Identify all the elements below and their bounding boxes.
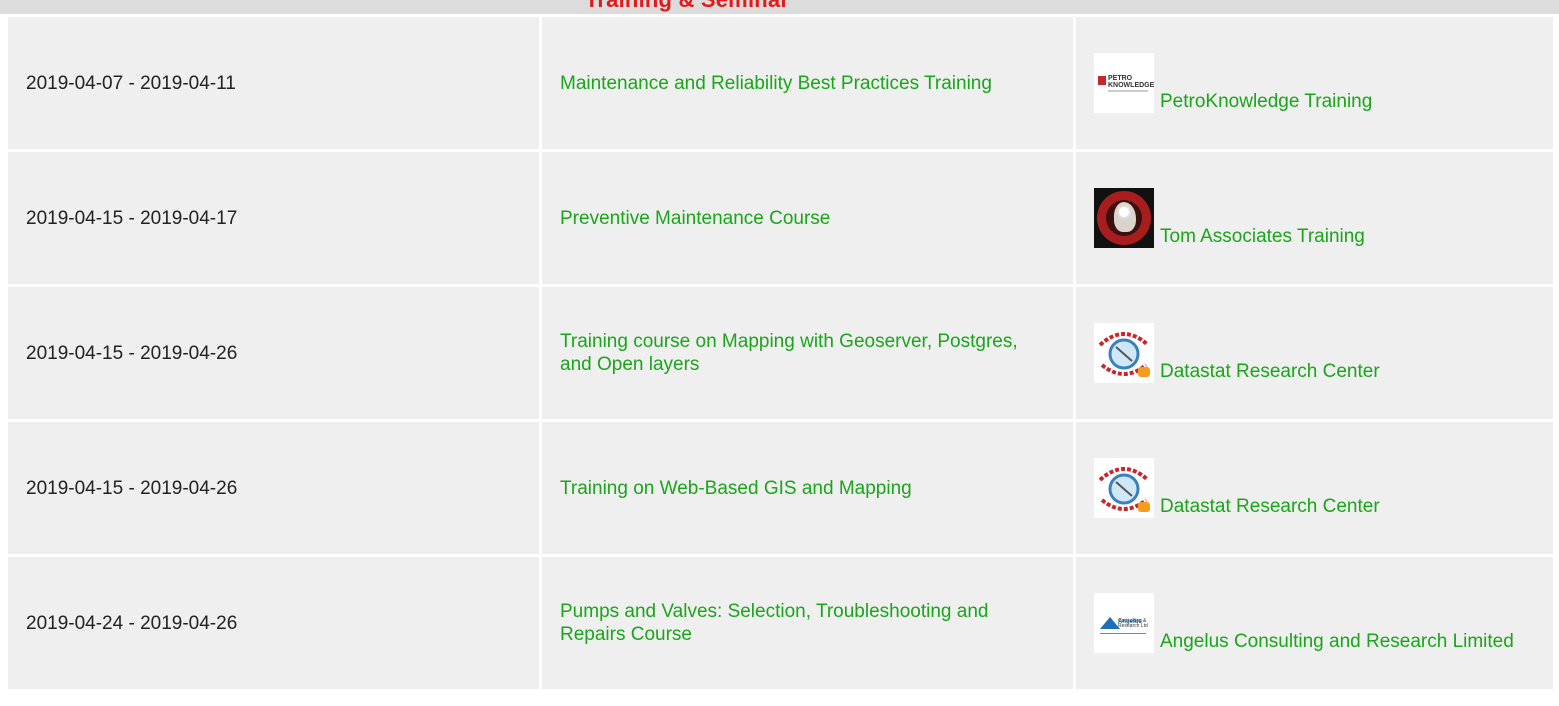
petroknowledge-logo-icon[interactable]: PETRO KNOWLEDGE <box>1094 53 1154 113</box>
course-link[interactable]: Training course on Mapping with Geoserve… <box>560 330 1030 376</box>
course-link[interactable]: Preventive Maintenance Course <box>560 207 1030 230</box>
course-cell: Preventive Maintenance Course <box>542 152 1073 284</box>
header-bar: Training & Seminar <box>0 0 1559 14</box>
provider-cell: Datastat Research Center <box>1076 422 1553 554</box>
course-cell: Maintenance and Reliability Best Practic… <box>542 17 1073 149</box>
course-table: 2019-04-07 - 2019-04-11 Maintenance and … <box>5 14 1556 692</box>
datastat-logo-icon[interactable] <box>1094 323 1154 383</box>
course-cell: Training course on Mapping with Geoserve… <box>542 287 1073 419</box>
provider-link[interactable]: Datastat Research Center <box>1160 361 1380 382</box>
course-link[interactable]: Pumps and Valves: Selection, Troubleshoo… <box>560 600 1030 646</box>
provider-cell: Tom Associates Training <box>1076 152 1553 284</box>
provider-cell: Angelus Consulting & Research Ltd Angelus… <box>1076 557 1553 689</box>
provider-cell: Datastat Research Center <box>1076 287 1553 419</box>
course-cell: Training on Web-Based GIS and Mapping <box>542 422 1073 554</box>
table-row: 2019-04-07 - 2019-04-11 Maintenance and … <box>8 17 1553 149</box>
course-cell: Pumps and Valves: Selection, Troubleshoo… <box>542 557 1073 689</box>
date-cell: 2019-04-15 - 2019-04-26 <box>8 287 539 419</box>
table-row: 2019-04-15 - 2019-04-26 Training on Web-… <box>8 422 1553 554</box>
table-row: 2019-04-24 - 2019-04-26 Pumps and Valves… <box>8 557 1553 689</box>
course-link[interactable]: Maintenance and Reliability Best Practic… <box>560 72 1030 95</box>
date-cell: 2019-04-24 - 2019-04-26 <box>8 557 539 689</box>
table-row: 2019-04-15 - 2019-04-26 Training course … <box>8 287 1553 419</box>
page-title: Training & Seminar <box>585 0 789 13</box>
date-cell: 2019-04-15 - 2019-04-26 <box>8 422 539 554</box>
course-link[interactable]: Training on Web-Based GIS and Mapping <box>560 477 1030 500</box>
datastat-logo-icon[interactable] <box>1094 458 1154 518</box>
provider-link[interactable]: Tom Associates Training <box>1160 226 1365 247</box>
date-cell: 2019-04-15 - 2019-04-17 <box>8 152 539 284</box>
tom-associates-logo-icon[interactable] <box>1094 188 1154 248</box>
provider-link[interactable]: PetroKnowledge Training <box>1160 91 1372 112</box>
date-cell: 2019-04-07 - 2019-04-11 <box>8 17 539 149</box>
provider-link[interactable]: Angelus Consulting and Research Limited <box>1160 631 1514 652</box>
angelus-logo-icon[interactable]: Angelus Consulting & Research Ltd <box>1094 593 1154 653</box>
provider-link[interactable]: Datastat Research Center <box>1160 496 1380 517</box>
provider-cell: PETRO KNOWLEDGE PetroKnowledge Training <box>1076 17 1553 149</box>
table-row: 2019-04-15 - 2019-04-17 Preventive Maint… <box>8 152 1553 284</box>
